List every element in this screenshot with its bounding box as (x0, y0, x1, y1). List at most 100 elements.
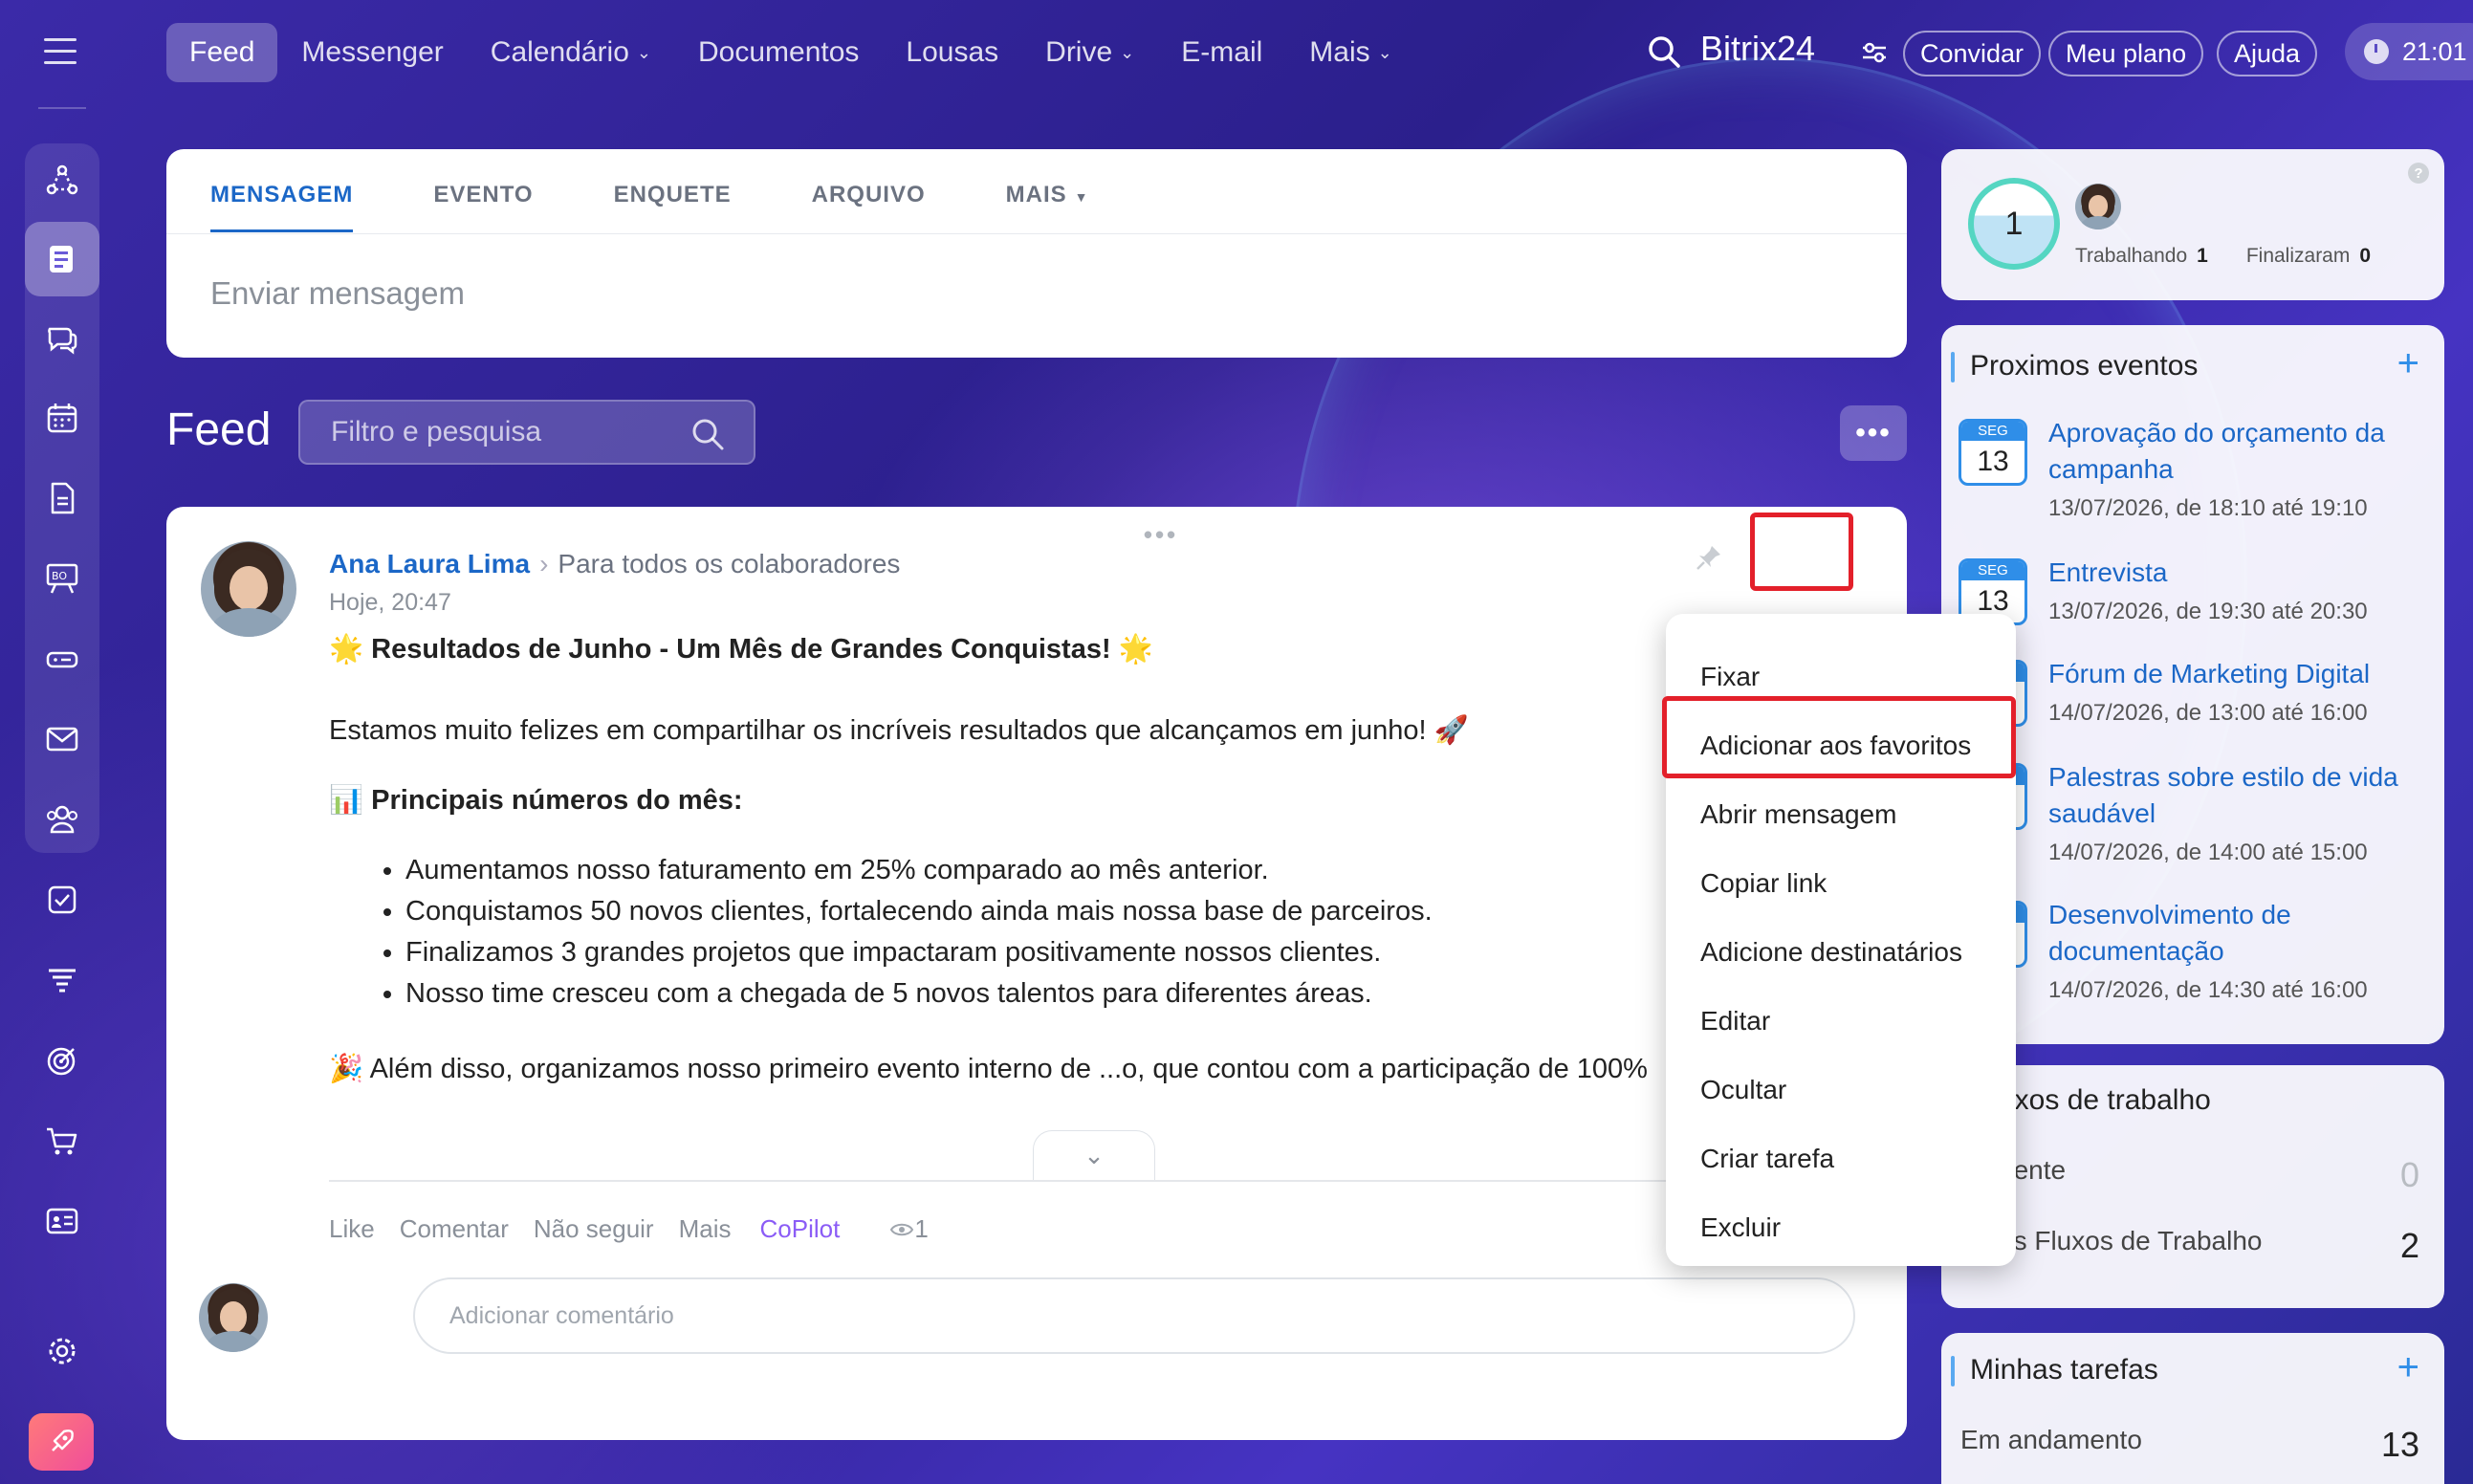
working-label: Trabalhando (2075, 245, 2188, 267)
menu-item-open-message[interactable]: Abrir mensagem (1666, 780, 2016, 849)
help-icon[interactable]: ? (2408, 163, 2429, 184)
nav-item-drive[interactable]: Drive ⌄ (1022, 23, 1157, 82)
cart-icon[interactable] (25, 1103, 99, 1178)
chevron-down-icon: ⌄ (1120, 42, 1135, 62)
search-placeholder: Filtro e pesquisa (331, 416, 542, 447)
nav-item-documents[interactable]: Documentos (675, 23, 882, 82)
feed-search-input[interactable]: Filtro e pesquisa (298, 400, 755, 465)
nav-item-calendar[interactable]: Calendário ⌄ (468, 23, 674, 82)
rocket-icon[interactable] (29, 1413, 94, 1471)
menu-item-delete[interactable]: Excluir (1666, 1193, 2016, 1262)
workflow-row[interactable]: us Fluxos de Trabalho 2 (1960, 1226, 2419, 1266)
brand-logo[interactable]: Bitrix24 (1700, 29, 1815, 69)
feed-more-button[interactable]: ••• (1840, 405, 1907, 461)
event-title[interactable]: Palestras sobre estilo de vida saudável (2048, 759, 2431, 832)
document-icon[interactable] (25, 461, 99, 535)
author-link[interactable]: Ana Laura Lima (329, 549, 530, 578)
add-event-icon[interactable]: + (2397, 344, 2419, 382)
finished-count: 0 (2359, 245, 2372, 267)
highlight-box (1750, 513, 1853, 591)
event-title[interactable]: Aprovação do orçamento da campanha (2048, 415, 2431, 488)
sidebar-divider (38, 107, 86, 109)
tab-file[interactable]: ARQUIVO (812, 182, 926, 232)
calendar-date-icon: SEG 13 (1959, 419, 2027, 486)
invite-button[interactable]: Convidar (1903, 31, 2042, 76)
tab-more[interactable]: MAIS ▼ (1006, 182, 1089, 232)
my-tasks-widget: Minhas tarefas + Em andamento 13 (1941, 1333, 2444, 1484)
tab-event[interactable]: EVENTO (433, 182, 533, 232)
help-button[interactable]: Ajuda (2217, 31, 2318, 76)
nav-label: E-mail (1181, 36, 1263, 68)
whiteboard-icon[interactable]: BO (25, 541, 99, 616)
more-actions-button[interactable]: Mais (679, 1214, 732, 1244)
work-clock[interactable]: 21:01 (2345, 23, 2473, 80)
target-icon[interactable] (25, 1023, 99, 1098)
message-input[interactable]: Enviar mensagem (210, 275, 465, 312)
group-icon[interactable] (25, 782, 99, 857)
finished-label: Finalizaram (2245, 245, 2351, 267)
mail-icon[interactable] (25, 702, 99, 776)
chevron-down-icon: ⌄ (1083, 1141, 1105, 1169)
chat-icon[interactable] (25, 302, 99, 377)
chevron-down-icon: ⌄ (1377, 42, 1392, 62)
event-title[interactable]: Fórum de Marketing Digital (2048, 656, 2431, 692)
tasks-icon[interactable] (25, 862, 99, 937)
expand-post-button[interactable]: ⌄ (1033, 1130, 1155, 1180)
workflow-row[interactable]: dente 0 (1960, 1155, 2419, 1195)
menu-item-hide[interactable]: Ocultar (1666, 1056, 2016, 1124)
menu-item-edit[interactable]: Editar (1666, 987, 2016, 1056)
sitemap-icon[interactable] (25, 143, 99, 218)
work-time-widget: 1 Trabalhando 1 Finalizaram 0 ? (1941, 149, 2444, 300)
work-stats: Trabalhando 1 Finalizaram 0 (2075, 245, 2409, 268)
more-dots-icon[interactable]: ••• (1132, 518, 1190, 551)
search-icon[interactable] (1647, 34, 1681, 69)
nav-item-boards[interactable]: Lousas (883, 23, 1021, 82)
my-plan-button[interactable]: Meu plano (2048, 31, 2204, 76)
settings-icon[interactable] (25, 1314, 99, 1388)
task-row[interactable]: Em andamento 13 (1960, 1425, 2419, 1465)
nav-label: Feed (189, 36, 255, 68)
settings-sliders-icon[interactable] (1861, 40, 1888, 65)
unfollow-button[interactable]: Não seguir (534, 1214, 654, 1244)
menu-item-add-recipients[interactable]: Adicione destinatários (1666, 918, 2016, 987)
pin-icon[interactable] (1695, 543, 1723, 572)
nav-label: Mais (1309, 36, 1370, 68)
tab-message[interactable]: MENSAGEM (210, 182, 354, 232)
nav-item-more[interactable]: Mais ⌄ (1286, 23, 1414, 82)
event-time: 14/07/2026, de 13:00 até 16:00 (2048, 700, 2368, 726)
working-count: 1 (2197, 245, 2208, 267)
nav-item-feed[interactable]: Feed (166, 23, 278, 82)
avatar[interactable] (201, 541, 296, 637)
event-title[interactable]: Desenvolvimento de documentação (2048, 897, 2431, 970)
workflow-count: 0 (2399, 1155, 2419, 1194)
section-title: uxos de trabalho (1980, 1084, 2211, 1117)
post-time[interactable]: Hoje, 20:47 (329, 589, 451, 617)
menu-item-copy-link[interactable]: Copiar link (1666, 849, 2016, 918)
svg-text:BO: BO (52, 570, 67, 582)
post-truncated-text: 🎉 Além disso, organizamos nosso primeiro… (329, 1054, 1648, 1084)
comment-button[interactable]: Comentar (400, 1214, 509, 1244)
nav-label: Messenger (301, 36, 444, 68)
avatar[interactable] (2075, 184, 2121, 229)
tab-poll[interactable]: ENQUETE (614, 182, 732, 232)
event-time: 14/07/2026, de 14:00 até 15:00 (2048, 840, 2368, 865)
event-title[interactable]: Entrevista (2048, 555, 2431, 591)
search-icon[interactable] (690, 417, 725, 451)
comment-input[interactable]: Adicionar comentário (413, 1277, 1855, 1354)
nav-item-email[interactable]: E-mail (1158, 23, 1285, 82)
add-task-icon[interactable]: + (2397, 1348, 2419, 1386)
working-count-ring[interactable]: 1 (1968, 178, 2060, 270)
feed-icon[interactable] (25, 222, 99, 296)
drive-icon[interactable] (25, 622, 99, 696)
filter-icon[interactable] (25, 943, 99, 1017)
menu-icon[interactable] (44, 38, 77, 65)
like-button[interactable]: Like (329, 1214, 375, 1244)
caret-down-icon: ▼ (1074, 189, 1089, 205)
post-destination[interactable]: Para todos os colaboradores (558, 549, 900, 578)
nav-item-messenger[interactable]: Messenger (278, 23, 466, 82)
menu-item-create-task[interactable]: Criar tarefa (1666, 1124, 2016, 1193)
composer-card: MENSAGEM EVENTO ENQUETE ARQUIVO MAIS ▼ En… (166, 149, 1907, 358)
contact-card-icon[interactable] (25, 1184, 99, 1258)
copilot-button[interactable]: CoPilot (760, 1214, 841, 1244)
calendar-icon[interactable] (25, 381, 99, 455)
